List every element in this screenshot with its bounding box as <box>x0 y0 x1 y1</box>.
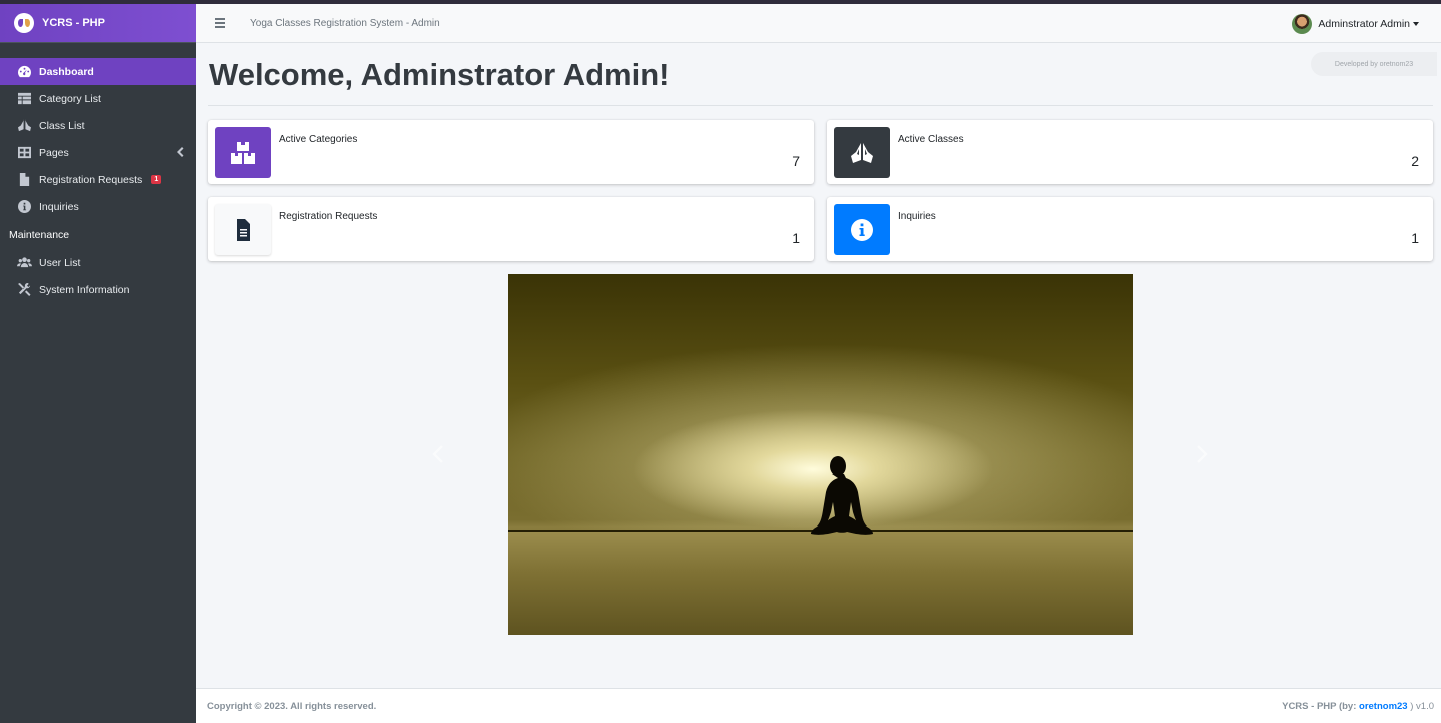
sidebar-item-label: Dashboard <box>39 65 94 78</box>
sidebar-nav: Dashboard Category List Class List Pages <box>0 43 196 303</box>
user-name: Adminstrator Admin <box>1318 18 1410 30</box>
info-box-active-categories: Active Categories 7 <box>208 120 814 184</box>
brand-name: YCRS - PHP <box>42 17 105 29</box>
users-icon <box>16 256 32 269</box>
sidebar-item-label: Class List <box>39 119 85 132</box>
footer: Copyright © 2023. All rights reserved. Y… <box>196 688 1441 723</box>
card-value: 2 <box>1411 153 1419 169</box>
sidebar-item-dashboard[interactable]: Dashboard <box>0 58 196 85</box>
info-circle-icon <box>851 218 873 241</box>
tools-icon <box>16 283 32 296</box>
sidebar-item-label: Registration Requests <box>39 173 143 186</box>
notification-badge: 1 <box>151 175 162 184</box>
sidebar-item-pages[interactable]: Pages <box>0 139 196 166</box>
card-value: 1 <box>792 230 800 246</box>
info-box-inquiries: Inquiries 1 <box>827 197 1433 261</box>
brand-link[interactable]: YCRS - PHP <box>0 4 196 43</box>
card-icon-box <box>215 204 271 255</box>
table-icon <box>16 92 32 105</box>
info-circle-icon <box>16 200 32 213</box>
info-box-active-classes: Active Classes 2 <box>827 120 1433 184</box>
card-label: Active Categories <box>279 134 358 145</box>
sidebar-item-system-information[interactable]: System Information <box>0 276 196 303</box>
boxes-icon <box>231 141 255 164</box>
carousel-prev-icon[interactable] <box>432 445 444 463</box>
chevron-left-icon[interactable] <box>176 147 184 157</box>
sidebar-item-label: Pages <box>39 146 69 159</box>
card-label: Registration Requests <box>279 211 378 222</box>
sidebar-item-class-list[interactable]: Class List <box>0 112 196 139</box>
navbar-title: Yoga Classes Registration System - Admin <box>250 17 440 29</box>
carousel-next-icon[interactable] <box>1196 445 1208 463</box>
file-icon <box>16 173 32 186</box>
sidebar-item-label: Category List <box>39 92 101 105</box>
sidebar-item-label: Inquiries <box>39 200 79 213</box>
avatar <box>1292 14 1313 34</box>
hamburger-menu-icon[interactable] <box>215 18 227 28</box>
top-navbar: Yoga Classes Registration System - Admin… <box>196 4 1441 43</box>
footer-copyright: Copyright © 2023. All rights reserved. <box>207 700 377 712</box>
footer-app-name: YCRS - PHP (by: <box>1282 700 1357 712</box>
card-label: Active Classes <box>898 134 964 145</box>
card-label: Inquiries <box>898 211 936 222</box>
grid-icon <box>16 146 32 159</box>
card-icon-box <box>834 204 890 255</box>
footer-author-link[interactable]: oretnom23 <box>1359 701 1408 712</box>
sidebar-item-registration-requests[interactable]: Registration Requests 1 <box>0 166 196 193</box>
caret-down-icon <box>1413 22 1419 26</box>
sidebar-item-user-list[interactable]: User List <box>0 249 196 276</box>
footer-credits: YCRS - PHP (by: oretnom23 ) v1.0 <box>1282 701 1434 712</box>
developed-by-badge: Developed by oretnom23 <box>1311 52 1437 76</box>
card-icon-box <box>834 127 890 178</box>
praying-hands-icon <box>851 142 873 163</box>
footer-version: ) v1.0 <box>1410 700 1434 712</box>
sidebar-item-category-list[interactable]: Category List <box>0 85 196 112</box>
user-menu-dropdown[interactable]: Adminstrator Admin <box>1292 14 1419 34</box>
sidebar-header-maintenance: Maintenance <box>9 228 70 241</box>
meditating-figure <box>811 456 873 535</box>
carousel-image-meditation <box>508 274 1133 635</box>
sidebar-item-inquiries[interactable]: Inquiries <box>0 193 196 220</box>
sidebar-item-label: User List <box>39 256 81 269</box>
card-value: 7 <box>792 153 800 169</box>
card-icon-box <box>215 127 271 178</box>
title-divider <box>208 105 1433 106</box>
brand-logo-icon <box>14 13 34 33</box>
dashboard-icon <box>16 65 32 78</box>
sidebar-item-label: System Information <box>39 283 130 296</box>
card-value: 1 <box>1411 230 1419 246</box>
page-title: Welcome, Adminstrator Admin! <box>209 57 670 92</box>
info-box-registration-requests: Registration Requests 1 <box>208 197 814 261</box>
praying-hands-icon <box>16 119 32 132</box>
sidebar: YCRS - PHP Dashboard Category List Class… <box>0 4 196 723</box>
file-icon <box>237 218 250 241</box>
